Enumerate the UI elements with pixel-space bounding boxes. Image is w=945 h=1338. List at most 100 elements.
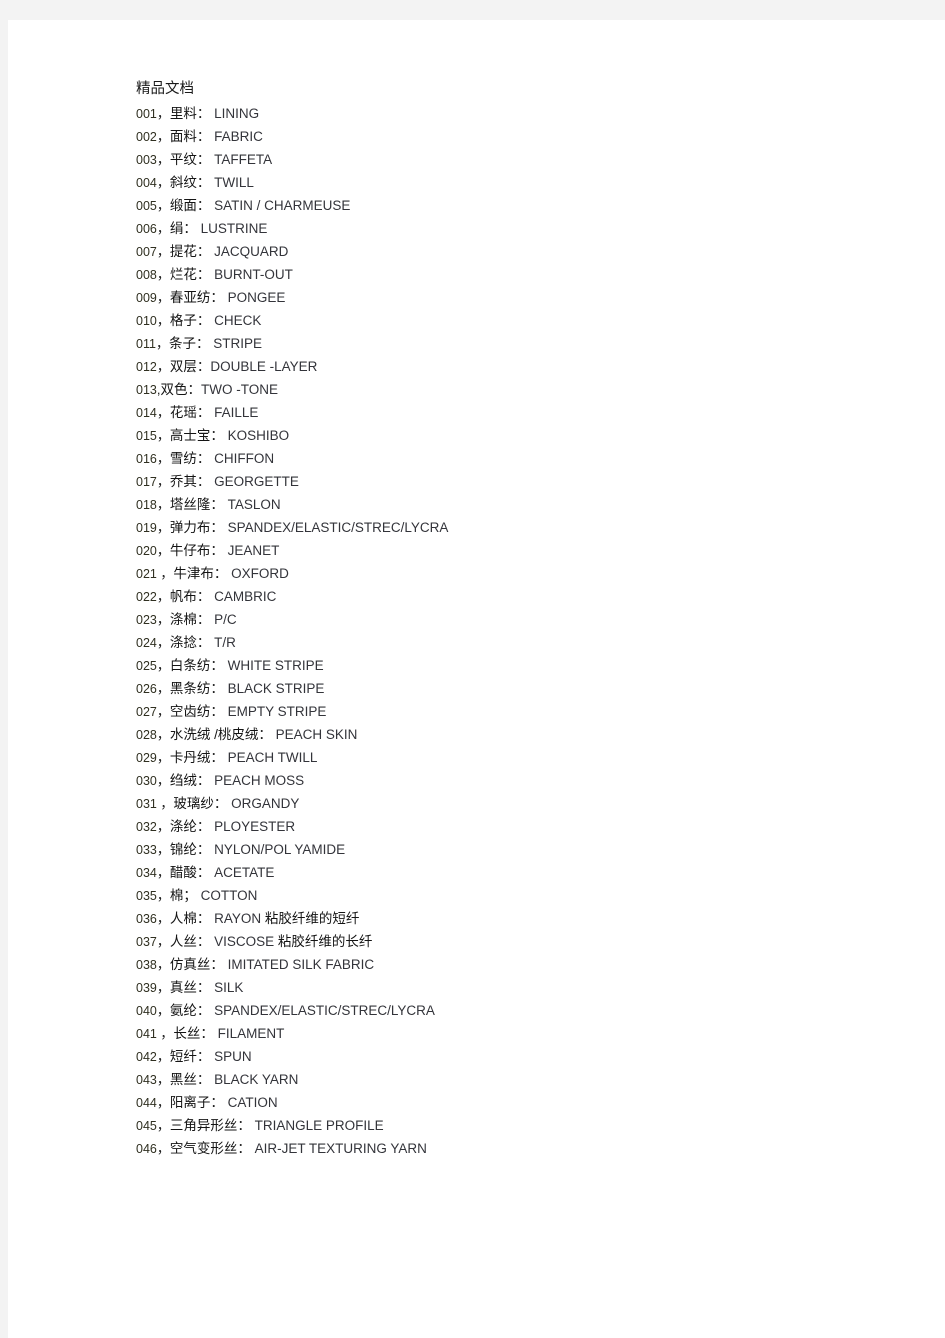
entry-term-chinese: 三角异形丝 (169, 1118, 238, 1133)
glossary-entry: 029，卡丹绒： PEACH TWILL (136, 746, 896, 769)
entry-term-english: TASLON (223, 497, 281, 512)
entry-term-english: RAYON (210, 911, 265, 926)
glossary-entry: 009，春亚纺： PONGEE (136, 286, 896, 309)
entry-separator: ， (156, 727, 170, 742)
document-page: 精品文档 001，里料： LINING 002，面料： FABRIC 003，平纹：… (8, 20, 945, 1338)
entry-number: 019 (136, 521, 157, 535)
entry-separator: ， (156, 520, 170, 535)
entry-colon: ： (213, 566, 228, 581)
entry-separator: ， (156, 106, 170, 121)
entry-term-english: GEORGETTE (210, 474, 299, 489)
entry-term-chinese: 卡丹绒 (169, 750, 211, 765)
entry-term-english: TWILL (210, 175, 254, 190)
entry-term-english: SILK (210, 980, 244, 995)
entry-term-chinese: 斜纹 (169, 175, 197, 190)
entry-number: 006 (136, 222, 157, 236)
page-title: 精品文档 (136, 81, 194, 97)
entry-term-chinese: 空气变形丝 (169, 1141, 238, 1156)
entry-number: 025 (136, 659, 157, 673)
entry-number: 028 (136, 728, 157, 742)
entry-term-english: CHIFFON (210, 451, 275, 466)
entry-note: 粘胶纤维的短纤 (264, 911, 360, 926)
entry-number: 014 (136, 406, 157, 420)
entry-separator: ， (160, 566, 174, 581)
entry-number: 029 (136, 751, 157, 765)
entry-colon: ： (200, 1026, 214, 1041)
entry-separator: ， (156, 290, 170, 305)
entry-separator: ， (156, 474, 170, 489)
glossary-entry: 002，面料： FABRIC (136, 125, 896, 148)
glossary-entry: 046，空气变形丝： AIR-JET TEXTURING YARN (136, 1137, 896, 1160)
entry-term-english: T/R (210, 635, 236, 650)
glossary-entry: 004，斜纹： TWILL (136, 171, 896, 194)
entry-number: 027 (136, 705, 157, 719)
entry-term-chinese: 真丝 (169, 980, 197, 995)
entry-number: 012 (136, 360, 157, 374)
entry-number: 040 (136, 1004, 157, 1018)
glossary-entry: 020，牛仔布： JEANET (136, 539, 896, 562)
entry-colon: ： (258, 727, 272, 742)
entry-number: 034 (136, 866, 157, 880)
entry-term-chinese: 锦纶 (169, 842, 197, 857)
entry-colon: ： (195, 336, 210, 351)
entry-colon: ： (237, 1141, 251, 1156)
entry-number: 021 (136, 567, 161, 581)
entry-term-english: CATION (223, 1095, 278, 1110)
entry-term-chinese: 涤纶 (169, 819, 197, 834)
entry-term-english: LUSTRINE (196, 221, 268, 236)
entry-number: 035 (136, 889, 157, 903)
entry-term-english: CHECK (210, 313, 262, 328)
entry-term-english: SATIN / CHARMEUSE (210, 198, 351, 213)
entry-number: 017 (136, 475, 157, 489)
entry-number: 003 (136, 153, 157, 167)
entry-term-english: FILAMENT (213, 1026, 285, 1041)
glossary-entry: 024，涤捻： T/R (136, 631, 896, 654)
entry-term-english: KOSHIBO (223, 428, 290, 443)
entry-term-english: SPANDEX/ELASTIC/STREC/LYCRA (210, 1003, 435, 1018)
entry-term-chinese: 棉 (169, 888, 184, 903)
entry-term-english: BURNT-OUT (210, 267, 293, 282)
entry-term-chinese: 黑丝 (169, 1072, 197, 1087)
entry-term-chinese: 黑条纺 (169, 681, 211, 696)
entry-number: 042 (136, 1050, 157, 1064)
entry-term-english: PONGEE (223, 290, 286, 305)
glossary-entry: 031 ，玻璃纱： ORGANDY (136, 792, 896, 815)
entry-term-chinese: 里料 (169, 106, 197, 121)
entry-term-english: STRIPE (209, 336, 262, 351)
entry-colon: ： (210, 428, 224, 443)
entry-term-chinese: 涤捻 (169, 635, 197, 650)
entry-term-chinese: 氨纶 (169, 1003, 197, 1018)
entry-term-english: PEACH TWILL (223, 750, 318, 765)
entry-separator: ， (156, 405, 170, 420)
entry-term-chinese: 帆布 (169, 589, 197, 604)
entry-term-english: COTTON (196, 888, 258, 903)
entry-separator: ， (156, 1118, 170, 1133)
entry-colon: ： (196, 1072, 211, 1087)
glossary-entry: 019，弹力布： SPANDEX/ELASTIC/STREC/LYCRA (136, 516, 896, 539)
entry-number: 045 (136, 1119, 157, 1133)
entry-colon: ： (196, 152, 211, 167)
entry-separator: ， (156, 589, 170, 604)
entry-separator: ， (156, 497, 170, 512)
entry-term-chinese: 平纹 (169, 152, 197, 167)
entry-term-chinese: 烂花 (169, 267, 197, 282)
glossary-entry: 045，三角异形丝： TRIANGLE PROFILE (136, 1114, 896, 1137)
entry-term-chinese: 弹力布 (169, 520, 211, 535)
entry-term-chinese: 短纤 (169, 1049, 197, 1064)
entry-term-english: CAMBRIC (210, 589, 277, 604)
entry-number: 020 (136, 544, 157, 558)
entry-number: 032 (136, 820, 157, 834)
entry-number: 004 (136, 176, 157, 190)
glossary-entry: 026，黑条纺： BLACK STRIPE (136, 677, 896, 700)
glossary-entry: 022，帆布： CAMBRIC (136, 585, 896, 608)
entry-term-english: FAILLE (210, 405, 259, 420)
entry-term-english: IMITATED SILK FABRIC (223, 957, 375, 972)
glossary-entry: 028，水洗绒 /桃皮绒： PEACH SKIN (136, 723, 896, 746)
entry-separator: ， (156, 198, 170, 213)
entry-separator: ， (156, 1003, 170, 1018)
entry-term-english: OXFORD (227, 566, 289, 581)
entry-number: 026 (136, 682, 157, 696)
glossary-entry: 038，仿真丝： IMITATED SILK FABRIC (136, 953, 896, 976)
entry-term-chinese: 绢 (169, 221, 184, 236)
entry-colon: ： (210, 497, 224, 512)
